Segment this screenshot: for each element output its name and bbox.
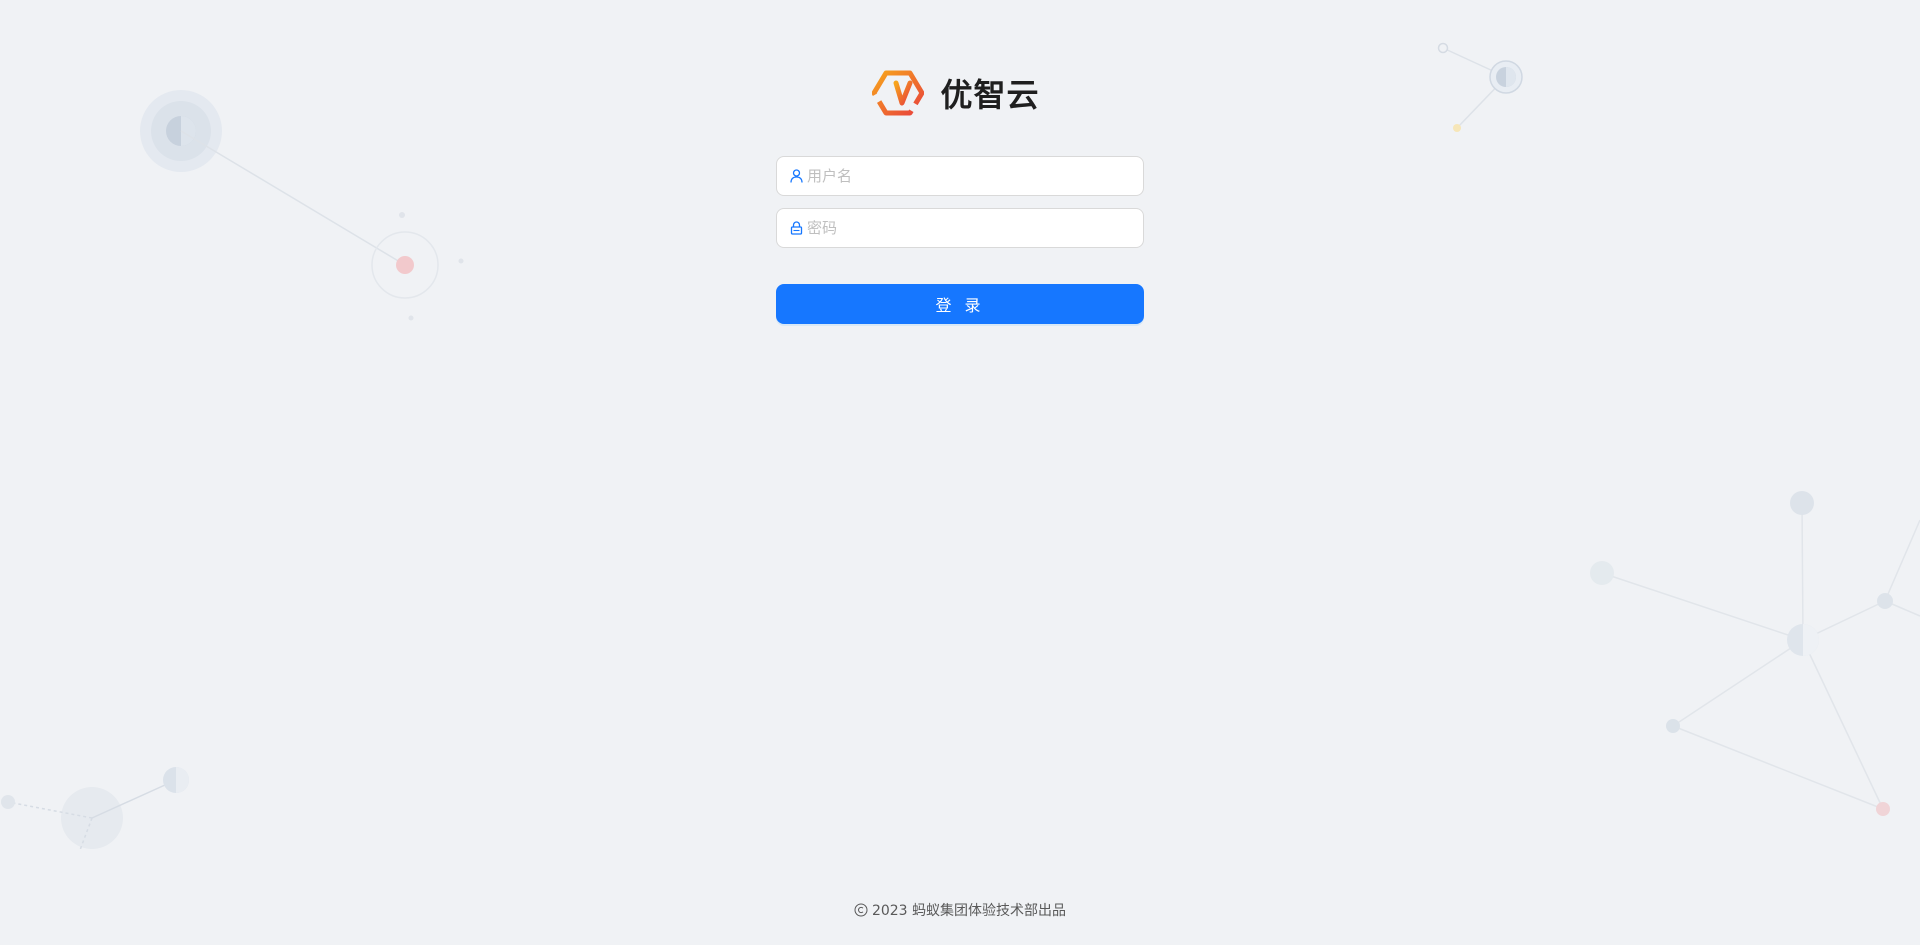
login-button[interactable]: 登 录 [776, 284, 1144, 324]
copyright-icon [854, 903, 868, 917]
top-left-node-cluster [140, 90, 464, 321]
bottom-left-node-cluster [1, 767, 189, 851]
user-icon [789, 169, 803, 183]
password-field[interactable] [776, 208, 1144, 248]
lock-icon [789, 221, 803, 235]
background-network-decoration [1, 42, 1920, 851]
hexagon-logo-icon [872, 70, 925, 116]
footer-text: 2023 蚂蚁集团体验技术部出品 [871, 903, 1067, 919]
bottom-right-node-cluster [1590, 491, 1920, 816]
login-page: 优智云 登 录 [0, 0, 1920, 945]
footer: 2023 蚂蚁集团体验技术部出品 [0, 900, 1920, 920]
password-input[interactable] [807, 210, 1132, 246]
app-title: 优智云 [940, 76, 1040, 114]
username-input[interactable] [807, 158, 1132, 194]
login-header: 优智云 [0, 69, 1920, 117]
username-field[interactable] [776, 156, 1144, 196]
login-form: 登 录 [776, 156, 1144, 324]
